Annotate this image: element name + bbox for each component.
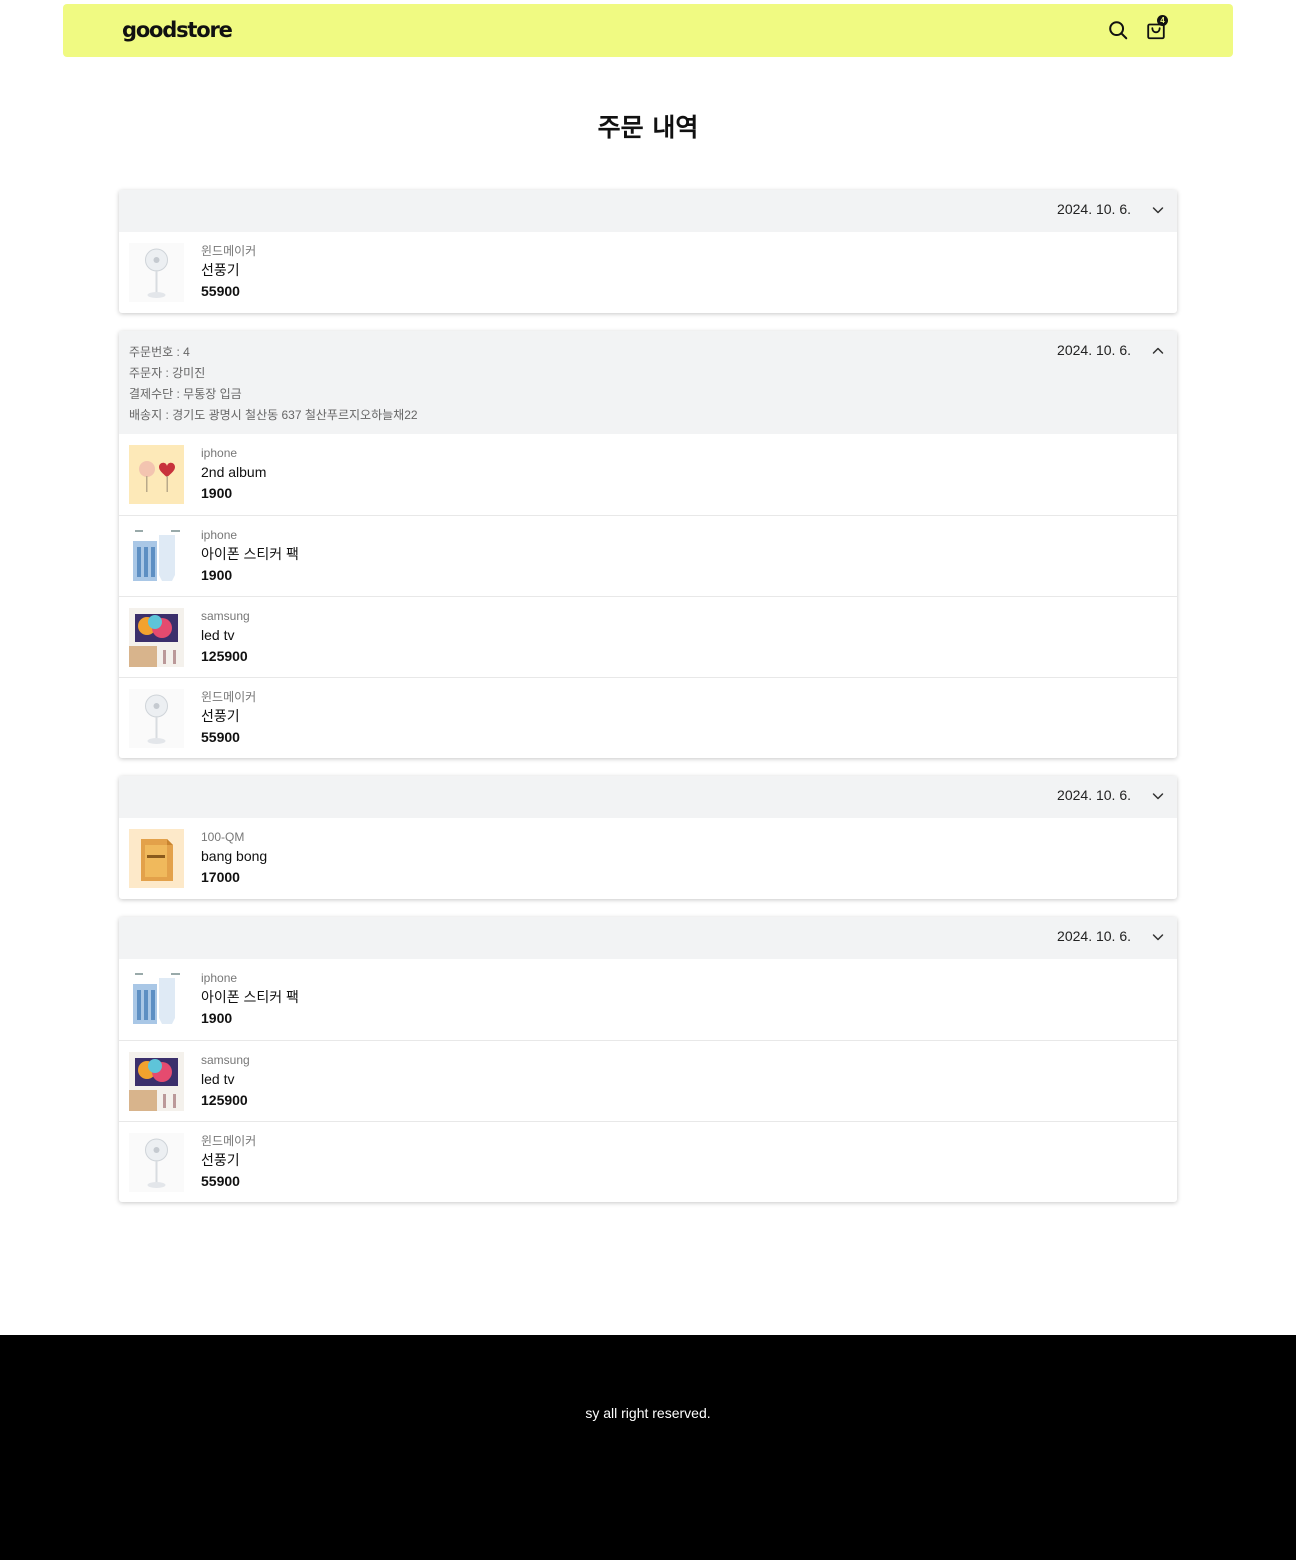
search-button[interactable] xyxy=(1105,17,1131,43)
product-image-sticker xyxy=(129,527,184,586)
chevron-down-icon[interactable] xyxy=(1150,929,1166,945)
order-date: 2024. 10. 6. xyxy=(1057,928,1131,944)
order-card: 2024. 10. 6. iphone 아이폰 스티커 팩 1900 samsu… xyxy=(119,917,1177,1202)
order-card: 2024. 10. 6. 100-QM bang bong 17000 xyxy=(119,776,1177,899)
order-item[interactable]: iphone 아이폰 스티커 팩 1900 xyxy=(119,515,1177,596)
item-name: 2nd album xyxy=(201,464,267,480)
item-details: iphone 2nd album 1900 xyxy=(201,444,266,504)
order-item[interactable]: 윈드메이커 선풍기 55900 xyxy=(119,1121,1177,1202)
item-brand: 윈드메이커 xyxy=(201,1134,257,1148)
copyright-text: sy all right reserved. xyxy=(585,1405,711,1421)
item-price: 1900 xyxy=(201,567,233,583)
cart-button[interactable]: 4 xyxy=(1143,15,1169,43)
order-number: 주문번호 : 4 xyxy=(129,345,190,359)
order-item[interactable]: 윈드메이커 선풍기 55900 xyxy=(119,232,1177,313)
item-price: 1900 xyxy=(201,485,233,501)
order-item[interactable]: samsung led tv 125900 xyxy=(119,1040,1177,1121)
item-details: samsung led tv 125900 xyxy=(201,607,250,667)
order-item[interactable]: iphone 아이폰 스티커 팩 1900 xyxy=(119,959,1177,1040)
order-date: 2024. 10. 6. xyxy=(1057,342,1131,358)
item-brand: iphone xyxy=(201,971,238,985)
item-details: iphone 아이폰 스티커 팩 1900 xyxy=(201,969,299,1029)
order-header[interactable]: 2024. 10. 6. xyxy=(119,776,1177,818)
product-image-album xyxy=(129,445,184,504)
chevron-up-icon[interactable] xyxy=(1150,343,1166,359)
order-item[interactable]: 100-QM bang bong 17000 xyxy=(119,818,1177,899)
item-name: led tv xyxy=(201,1071,235,1087)
item-details: 윈드메이커 선풍기 55900 xyxy=(201,242,256,302)
item-price: 1900 xyxy=(201,1010,233,1026)
product-image-box xyxy=(129,829,184,888)
product-image-fan xyxy=(129,689,184,748)
order-header[interactable]: 2024. 10. 6. xyxy=(119,190,1177,232)
cart-count-badge: 4 xyxy=(1157,15,1168,26)
item-details: iphone 아이폰 스티커 팩 1900 xyxy=(201,526,299,586)
item-details: 윈드메이커 선풍기 55900 xyxy=(201,688,256,748)
order-card: 주문번호 : 4 주문자 : 강미진 결제수단 : 무통장 입금 배송지 : 경… xyxy=(119,331,1177,758)
chevron-down-icon[interactable] xyxy=(1150,788,1166,804)
orderer-name: 주문자 : 강미진 xyxy=(129,366,206,380)
item-details: 윈드메이커 선풍기 55900 xyxy=(201,1132,256,1192)
item-price: 55900 xyxy=(201,729,240,745)
item-name: 선풍기 xyxy=(201,708,240,724)
order-date: 2024. 10. 6. xyxy=(1057,201,1131,217)
page-title: 주문 내역 xyxy=(597,113,699,142)
item-brand: samsung xyxy=(201,1053,250,1067)
site-footer: sy all right reserved. xyxy=(0,1335,1296,1560)
product-image-fan xyxy=(129,243,184,302)
shipping-address: 배송지 : 경기도 광명시 철산동 637 철산푸르지오하늘채22 xyxy=(129,408,418,422)
item-brand: 윈드메이커 xyxy=(201,690,257,704)
item-price: 17000 xyxy=(201,869,240,885)
item-brand: samsung xyxy=(201,609,250,623)
order-header[interactable]: 2024. 10. 6. xyxy=(119,917,1177,959)
product-image-tv xyxy=(129,608,184,667)
item-name: 선풍기 xyxy=(201,1152,240,1168)
order-list: 2024. 10. 6. 윈드메이커 선풍기 55900 주문번호 : 4 주문… xyxy=(119,190,1177,1220)
item-details: 100-QM bang bong 17000 xyxy=(201,828,267,888)
item-name: 아이폰 스티커 팩 xyxy=(201,989,299,1005)
item-price: 55900 xyxy=(201,1173,240,1189)
search-icon xyxy=(1109,21,1128,40)
site-logo[interactable]: goodstore xyxy=(122,18,233,42)
product-image-fan xyxy=(129,1133,184,1192)
order-date: 2024. 10. 6. xyxy=(1057,787,1131,803)
item-brand: 윈드메이커 xyxy=(201,244,257,258)
item-brand: iphone xyxy=(201,446,238,460)
product-image-tv xyxy=(129,1052,184,1111)
order-header[interactable]: 주문번호 : 4 주문자 : 강미진 결제수단 : 무통장 입금 배송지 : 경… xyxy=(119,331,1177,434)
order-item[interactable]: samsung led tv 125900 xyxy=(119,596,1177,677)
item-brand: 100-QM xyxy=(201,830,245,844)
item-details: samsung led tv 125900 xyxy=(201,1051,250,1111)
item-brand: iphone xyxy=(201,528,238,542)
item-name: 선풍기 xyxy=(201,262,240,278)
item-price: 125900 xyxy=(201,648,248,664)
item-name: led tv xyxy=(201,627,235,643)
order-card: 2024. 10. 6. 윈드메이커 선풍기 55900 xyxy=(119,190,1177,313)
item-price: 55900 xyxy=(201,283,240,299)
order-item[interactable]: iphone 2nd album 1900 xyxy=(119,434,1177,515)
item-price: 125900 xyxy=(201,1092,248,1108)
product-image-sticker xyxy=(129,970,184,1029)
item-name: bang bong xyxy=(201,848,268,864)
item-name: 아이폰 스티커 팩 xyxy=(201,546,299,562)
chevron-down-icon[interactable] xyxy=(1150,202,1166,218)
order-info: 주문번호 : 4 주문자 : 강미진 결제수단 : 무통장 입금 배송지 : 경… xyxy=(129,342,418,426)
payment-method: 결제수단 : 무통장 입금 xyxy=(129,387,242,401)
order-item[interactable]: 윈드메이커 선풍기 55900 xyxy=(119,677,1177,758)
site-header: goodstore 4 xyxy=(63,4,1233,57)
